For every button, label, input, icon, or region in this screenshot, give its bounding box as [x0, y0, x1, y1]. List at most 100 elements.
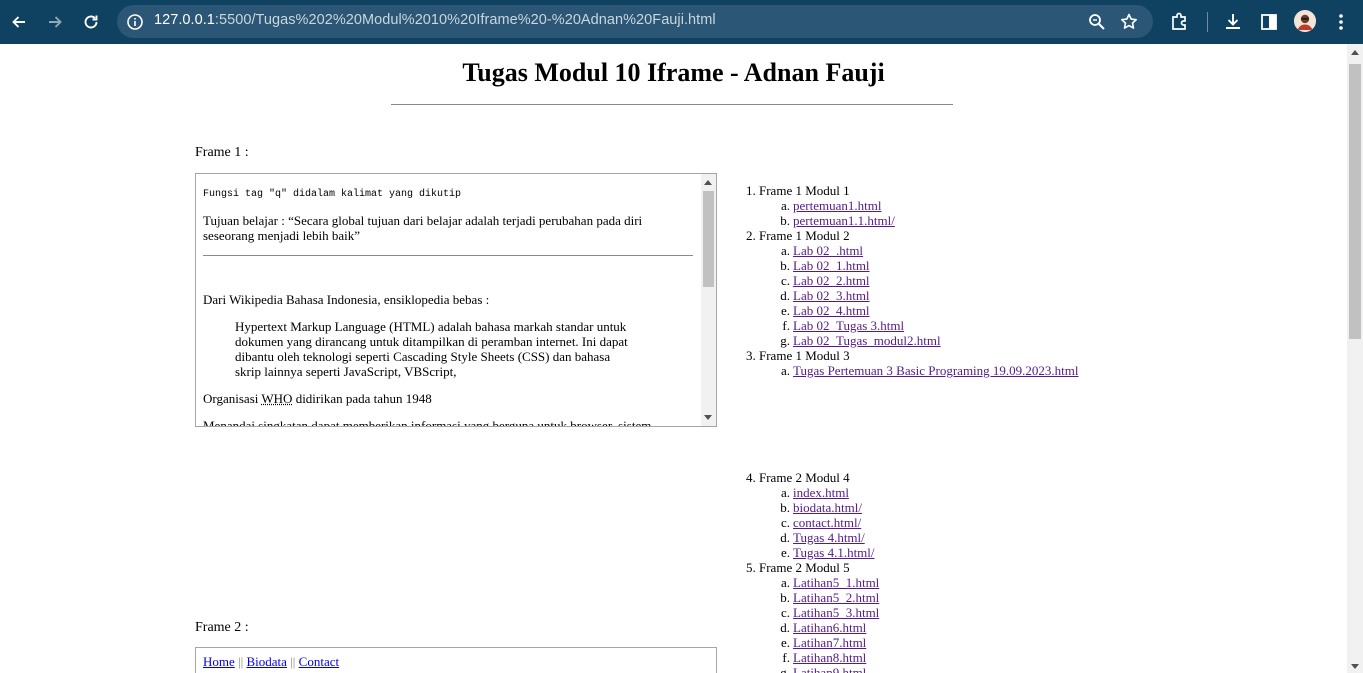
sub-list-marker: d.	[780, 620, 790, 635]
scroll-up-arrow-icon[interactable]	[704, 180, 712, 185]
sub-list-item: d. Latihan6.html	[746, 620, 879, 635]
sub-list-item: f. Lab 02_Tugas 3.html	[746, 318, 1079, 333]
module-label: Frame 2 Modul 5	[759, 560, 850, 575]
module-label: Frame 1 Modul 2	[759, 228, 850, 243]
site-info-icon[interactable]	[125, 12, 145, 32]
file-link[interactable]: Tugas 4.html/	[793, 530, 865, 545]
quote-paragraph: Tujuan belajar : “Secara global tujuan d…	[203, 213, 643, 243]
list-number: 1.	[746, 183, 756, 198]
sub-list-item: a. Tugas Pertemuan 3 Basic Programing 19.…	[746, 363, 1079, 378]
iframe-1-scrollbar[interactable]	[701, 174, 716, 426]
biodata-link[interactable]: Biodata	[247, 654, 287, 669]
module-list-item: 1. Frame 1 Modul 1	[746, 183, 1079, 198]
scroll-down-arrow-icon[interactable]	[704, 415, 712, 420]
file-link[interactable]: Latihan9.html	[793, 665, 866, 673]
sub-list-item: g. Lab 02_Tugas_modul2.html	[746, 333, 1079, 348]
extensions-puzzle-icon[interactable]	[1168, 11, 1190, 33]
module-list-item: 4. Frame 2 Modul 4	[746, 470, 879, 485]
sub-list-marker: g.	[780, 665, 790, 673]
iframe-1-divider	[203, 255, 693, 256]
back-button[interactable]	[5, 8, 33, 36]
file-link[interactable]: biodata.html/	[793, 500, 862, 515]
sub-list-marker: c.	[780, 605, 790, 620]
home-link[interactable]: Home	[203, 654, 235, 669]
file-link[interactable]: Tugas Pertemuan 3 Basic Programing 19.09…	[793, 363, 1079, 378]
sub-list-marker: c.	[780, 515, 790, 530]
file-link[interactable]: Lab 02_.html	[793, 243, 863, 258]
file-link[interactable]: Lab 02_Tugas_modul2.html	[793, 333, 941, 348]
file-link[interactable]: Latihan5_3.html	[793, 605, 879, 620]
module-list-item: 3. Frame 1 Modul 3	[746, 348, 1079, 363]
page-scroll-down-icon[interactable]	[1351, 664, 1359, 669]
list-number: 4.	[746, 470, 756, 485]
sub-list-marker: f.	[782, 650, 790, 665]
list-number: 2.	[746, 228, 756, 243]
sub-list-marker: d.	[780, 530, 790, 545]
contact-link[interactable]: Contact	[299, 654, 339, 669]
file-link[interactable]: Latihan6.html	[793, 620, 866, 635]
file-link[interactable]: Latihan5_1.html	[793, 575, 879, 590]
url-path: :5500/Tugas%202%20Modul%2010%20Iframe%20…	[214, 12, 716, 28]
code-text: Fungsi tag "q" didalam kalimat yang diku…	[203, 189, 462, 200]
file-link[interactable]: pertemuan1.html	[793, 198, 881, 213]
file-link[interactable]: index.html	[793, 485, 849, 500]
file-link[interactable]: pertemuan1.1.html/	[793, 213, 895, 228]
side-panel-icon[interactable]	[1258, 11, 1280, 33]
back-arrow-icon	[12, 16, 25, 28]
sub-list-item: b. pertemuan1.1.html/	[746, 213, 1079, 228]
menu-kebab-icon[interactable]	[1330, 11, 1352, 33]
list-number: 5.	[746, 560, 756, 575]
iframe-2[interactable]: Home || Biodata || Contact	[195, 647, 717, 673]
module-label: Frame 1 Modul 3	[759, 348, 850, 363]
sub-list-item: b. Latihan5_2.html	[746, 590, 879, 605]
toolbar-divider	[1207, 12, 1208, 32]
sub-list-item: d. Tugas 4.html/	[746, 530, 879, 545]
iframe-1-scroll-thumb[interactable]	[703, 191, 714, 287]
reload-button[interactable]	[77, 8, 105, 36]
forward-button[interactable]	[41, 8, 69, 36]
bookmark-star-icon[interactable]	[1119, 12, 1139, 32]
sub-list-item: b. biodata.html/	[746, 500, 879, 515]
file-link[interactable]: contact.html/	[793, 515, 861, 530]
who-abbr[interactable]: WHO	[261, 391, 292, 406]
download-icon[interactable]	[1222, 11, 1244, 33]
sub-list-item: e. Tugas 4.1.html/	[746, 545, 879, 560]
sub-list-marker: b.	[780, 590, 790, 605]
page-scroll-up-icon[interactable]	[1351, 50, 1359, 55]
file-link[interactable]: Lab 02_3.html	[793, 288, 870, 303]
sub-list-item: g. Latihan9.html	[746, 665, 879, 673]
sub-list-item: c. Lab 02_2.html	[746, 273, 1079, 288]
url-host: 127.0.0.1	[154, 12, 215, 28]
file-link[interactable]: Latihan8.html	[793, 650, 866, 665]
profile-avatar[interactable]	[1294, 10, 1316, 32]
page-scroll-thumb[interactable]	[1349, 64, 1361, 339]
file-link[interactable]: Lab 02_4.html	[793, 303, 870, 318]
module-list-item: 5. Frame 2 Modul 5	[746, 560, 879, 575]
module-label: Frame 1 Modul 1	[759, 183, 850, 198]
sub-list-marker: b.	[780, 213, 790, 228]
who-prefix: Organisasi	[203, 391, 262, 406]
forward-arrow-icon	[49, 16, 62, 28]
file-link[interactable]: Lab 02_1.html	[793, 258, 870, 273]
file-link[interactable]: Tugas 4.1.html/	[793, 545, 875, 560]
sub-list-item: d. Lab 02_3.html	[746, 288, 1079, 303]
file-link[interactable]: Lab 02_Tugas 3.html	[793, 318, 904, 333]
sub-list-item: c. contact.html/	[746, 515, 879, 530]
module-list-item: 2. Frame 1 Modul 2	[746, 228, 1079, 243]
address-bar[interactable]: 127.0.0.1:5500/Tugas%202%20Modul%2010%20…	[117, 5, 1153, 38]
page-scrollbar[interactable]	[1347, 44, 1363, 673]
file-link[interactable]: Latihan5_2.html	[793, 590, 879, 605]
sub-list-marker: e.	[780, 545, 790, 560]
sub-list-item: a. Latihan5_1.html	[746, 575, 879, 590]
who-paragraph: Organisasi WHO didirikan pada tahun 1948	[203, 391, 432, 407]
iframe-1[interactable]: Fungsi tag "q" didalam kalimat yang diku…	[195, 173, 717, 427]
zoom-icon[interactable]	[1087, 12, 1107, 32]
sub-list-marker: d.	[780, 288, 790, 303]
nav-separator: ||	[290, 654, 296, 669]
sub-list-item: c. Latihan5_3.html	[746, 605, 879, 620]
page-viewport: Tugas Modul 10 Iframe - Adnan Fauji Fram…	[0, 44, 1347, 673]
file-link[interactable]: Lab 02_2.html	[793, 273, 870, 288]
url-text[interactable]: 127.0.0.1:5500/Tugas%202%20Modul%2010%20…	[154, 12, 716, 28]
file-link[interactable]: Latihan7.html	[793, 635, 866, 650]
sub-list-marker: b.	[780, 500, 790, 515]
